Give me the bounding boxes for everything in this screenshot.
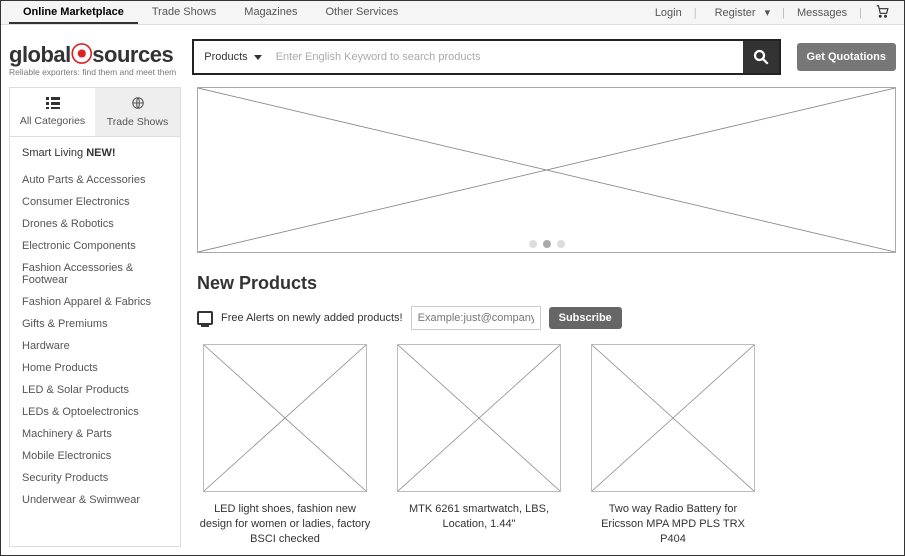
- category-link[interactable]: Hardware: [22, 335, 168, 357]
- product-image[interactable]: [203, 344, 367, 492]
- top-nav: Online Marketplace Trade Shows Magazines…: [1, 1, 904, 25]
- sidebar-tab-categories[interactable]: All Categories: [10, 88, 95, 136]
- category-link[interactable]: Auto Parts & Accessories: [22, 169, 168, 191]
- category-link[interactable]: Home Products: [22, 357, 168, 379]
- messages-link[interactable]: Messages: [791, 7, 853, 19]
- list-icon: [14, 96, 91, 112]
- product-caption: MTK 6261 smartwatch, LBS, Location, 1.44…: [391, 502, 567, 532]
- category-list: Auto Parts & AccessoriesConsumer Electro…: [22, 169, 168, 511]
- category-link[interactable]: LEDs & Optoelectronics: [22, 401, 168, 423]
- category-link[interactable]: Fashion Apparel & Fabrics: [22, 291, 168, 313]
- globe-icon: [99, 96, 176, 113]
- alert-label: Free Alerts on newly added products!: [221, 312, 403, 324]
- category-link[interactable]: Consumer Electronics: [22, 191, 168, 213]
- category-link[interactable]: Electronic Components: [22, 235, 168, 257]
- category-link[interactable]: Underwear & Swimwear: [22, 489, 168, 511]
- featured-category[interactable]: Smart Living NEW!: [22, 147, 168, 159]
- product-caption: Two way Radio Battery for Ericsson MPA M…: [585, 502, 761, 547]
- category-link[interactable]: LED & Solar Products: [22, 379, 168, 401]
- logo[interactable]: global⦿sources Reliable exporters: find …: [9, 37, 176, 77]
- topnav-online-marketplace[interactable]: Online Marketplace: [9, 2, 138, 24]
- login-link[interactable]: Login: [649, 7, 688, 19]
- product-image[interactable]: [591, 344, 755, 492]
- carousel-dot[interactable]: [543, 240, 551, 248]
- product-caption: LED light shoes, fashion new design for …: [197, 502, 373, 547]
- topnav-magazines[interactable]: Magazines: [230, 2, 311, 24]
- subscribe-button[interactable]: Subscribe: [549, 307, 622, 329]
- register-link[interactable]: Register ▾: [703, 6, 777, 19]
- header: global⦿sources Reliable exporters: find …: [1, 25, 904, 87]
- search-box: Products: [192, 39, 780, 75]
- search-input[interactable]: [270, 41, 743, 73]
- category-link[interactable]: Mobile Electronics: [22, 445, 168, 467]
- sidebar: All Categories Trade Shows Smart Living …: [9, 87, 181, 547]
- product-card[interactable]: Two way Radio Battery for Ericsson MPA M…: [585, 344, 761, 547]
- category-link[interactable]: Drones & Robotics: [22, 213, 168, 235]
- cart-icon[interactable]: [868, 4, 896, 21]
- category-link[interactable]: Fashion Accessories & Footwear: [22, 257, 168, 291]
- monitor-icon: [197, 311, 213, 325]
- carousel-dot[interactable]: [529, 240, 537, 248]
- alert-email-input[interactable]: [411, 306, 541, 330]
- category-link[interactable]: Gifts & Premiums: [22, 313, 168, 335]
- sidebar-tab-trade-shows[interactable]: Trade Shows: [95, 88, 180, 136]
- category-link[interactable]: Machinery & Parts: [22, 423, 168, 445]
- product-card[interactable]: MTK 6261 smartwatch, LBS, Location, 1.44…: [391, 344, 567, 547]
- alert-subscribe-row: Free Alerts on newly added products! Sub…: [197, 306, 896, 330]
- topnav-trade-shows[interactable]: Trade Shows: [138, 2, 230, 24]
- hero-carousel[interactable]: [197, 87, 896, 253]
- topnav-other-services[interactable]: Other Services: [311, 2, 412, 24]
- product-card[interactable]: LED light shoes, fashion new design for …: [197, 344, 373, 547]
- product-image[interactable]: [397, 344, 561, 492]
- search-button[interactable]: [743, 41, 779, 73]
- new-products-heading: New Products: [197, 273, 896, 294]
- search-category-select[interactable]: Products: [194, 41, 269, 73]
- category-link[interactable]: Security Products: [22, 467, 168, 489]
- carousel-dot[interactable]: [557, 240, 565, 248]
- get-quotations-button[interactable]: Get Quotations: [797, 43, 896, 71]
